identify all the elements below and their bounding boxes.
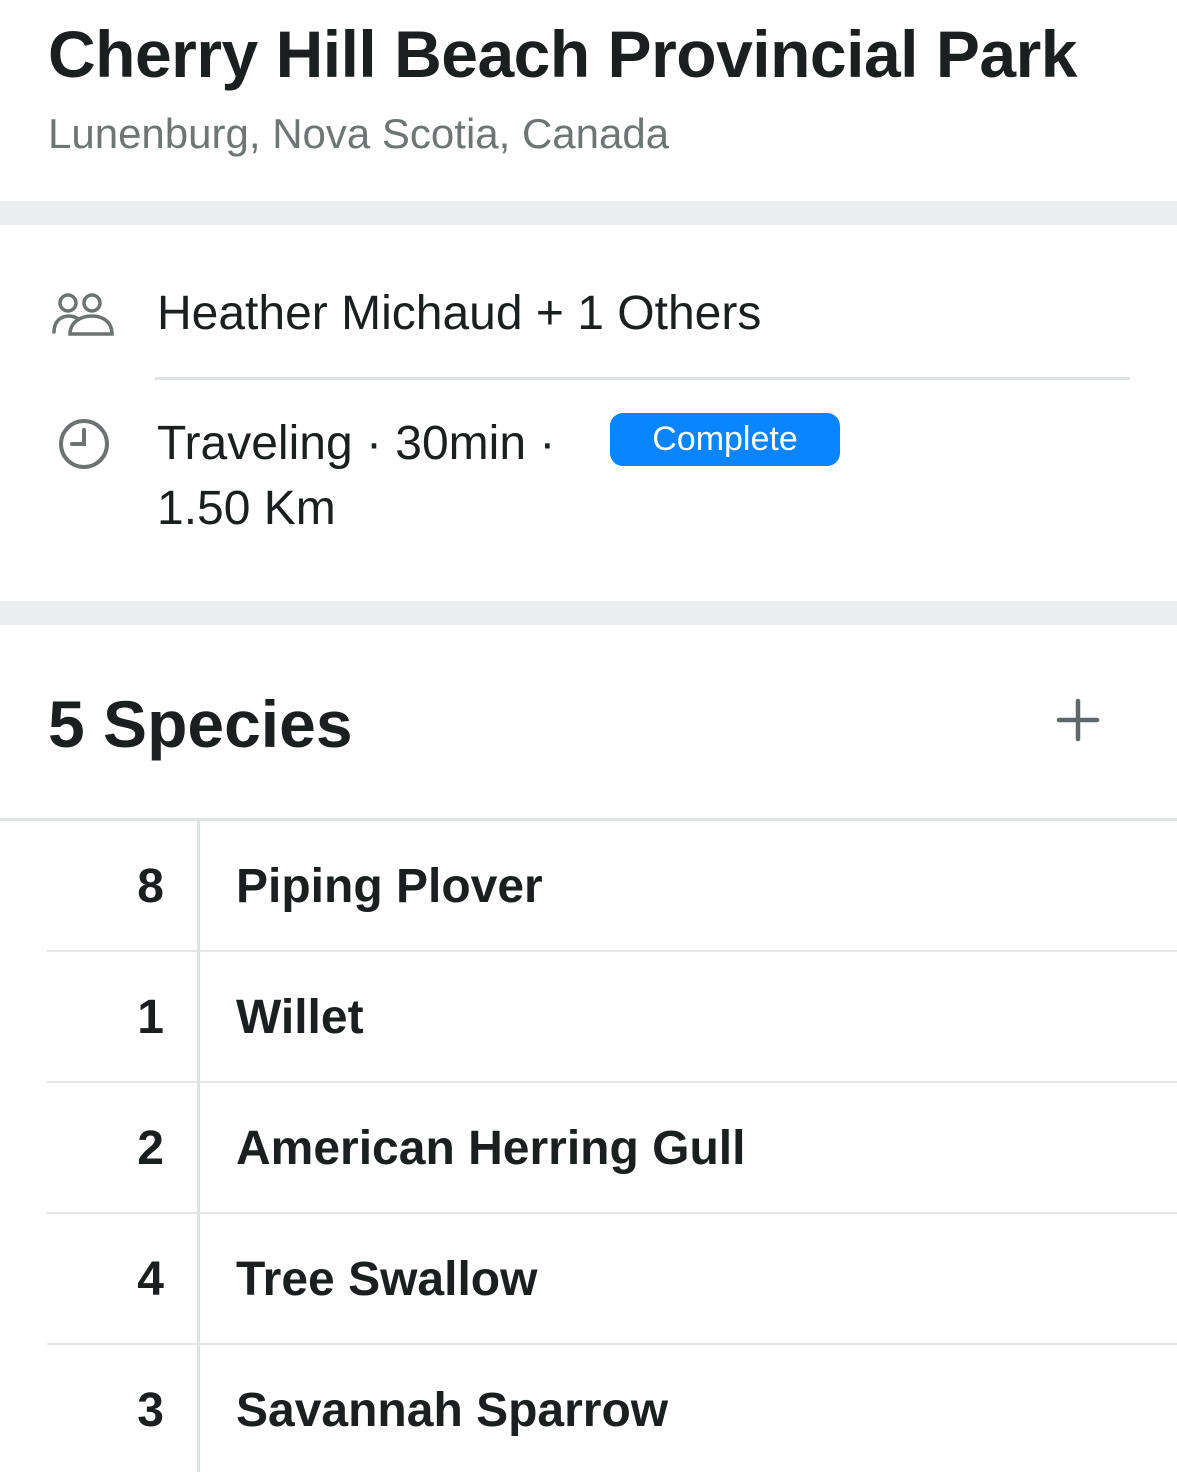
species-list: 8 Piping Plover 1 Willet 2 American Herr… — [0, 821, 1177, 1472]
observers-text[interactable]: Heather Michaud + 1 Others — [157, 286, 761, 341]
checklist-page: Cherry Hill Beach Provincial Park Lunenb… — [0, 0, 1177, 1472]
row-separator — [155, 377, 1130, 380]
count-column-divider — [197, 821, 200, 1472]
species-count: 1 — [137, 990, 164, 1044]
species-name: Piping Plover — [236, 859, 543, 913]
list-item[interactable]: 1 Willet — [0, 952, 1177, 1083]
add-species-button[interactable] — [1050, 694, 1106, 750]
page-title: Cherry Hill Beach Provincial Park — [48, 17, 1077, 91]
species-count: 2 — [137, 1121, 164, 1175]
plus-icon — [1056, 698, 1100, 747]
species-count: 8 — [137, 859, 164, 913]
clock-icon — [57, 417, 111, 476]
species-count: 4 — [137, 1252, 164, 1306]
species-count-heading: 5 Species — [48, 687, 353, 761]
protocol-summary: Traveling · 30min · — [157, 417, 556, 470]
people-icon — [50, 290, 116, 343]
species-name: Willet — [236, 990, 364, 1044]
section-divider — [0, 601, 1177, 625]
status-badge: Complete — [610, 413, 840, 466]
species-name: Tree Swallow — [236, 1252, 538, 1306]
list-item[interactable]: 4 Tree Swallow — [0, 1214, 1177, 1345]
species-count: 3 — [137, 1383, 164, 1437]
species-name: Savannah Sparrow — [236, 1383, 669, 1437]
checklist-header: Cherry Hill Beach Provincial Park Lunenb… — [0, 0, 1177, 201]
list-item[interactable]: 2 American Herring Gull — [0, 1083, 1177, 1214]
list-item[interactable]: 3 Savannah Sparrow — [0, 1345, 1177, 1472]
protocol-distance: 1.50 Km — [157, 482, 336, 535]
section-divider — [0, 201, 1177, 225]
list-item[interactable]: 8 Piping Plover — [0, 821, 1177, 952]
species-name: American Herring Gull — [236, 1121, 746, 1175]
location-subtitle: Lunenburg, Nova Scotia, Canada — [48, 110, 670, 157]
